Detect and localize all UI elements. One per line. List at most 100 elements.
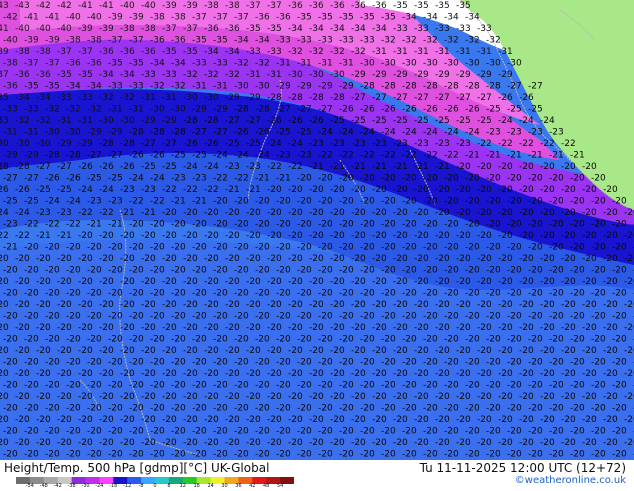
contour-label: -22 xyxy=(0,231,9,241)
contour-label: -20 xyxy=(477,254,492,264)
contour-label: -20 xyxy=(0,438,9,448)
contour-label: -31 xyxy=(141,93,156,103)
contour-label: -20 xyxy=(108,381,123,391)
contour-label: -20 xyxy=(414,392,429,402)
contour-label: -20 xyxy=(603,277,618,287)
contour-label: -20 xyxy=(381,220,396,230)
contour-label: -22 xyxy=(477,139,492,149)
contour-label: -20 xyxy=(519,208,534,218)
contour-label: -20 xyxy=(45,243,60,253)
contour-label: -20 xyxy=(192,427,207,437)
contour-label: -20 xyxy=(108,289,123,299)
contour-label: -20 xyxy=(540,392,555,402)
contour-label: -31 xyxy=(456,47,471,57)
contour-label: -20 xyxy=(444,427,459,437)
contour-label: -20 xyxy=(582,277,597,287)
contour-label: -20 xyxy=(507,312,522,322)
contour-label: -20 xyxy=(108,243,123,253)
contour-label: -31 xyxy=(276,59,291,69)
contour-label: -20 xyxy=(318,174,333,184)
credit-link[interactable]: ©weatheronline.co.uk xyxy=(515,475,626,486)
contour-label: -26 xyxy=(519,93,534,103)
contour-label: -20 xyxy=(255,197,270,207)
contour-label: -29 xyxy=(393,70,408,80)
contour-label: -25 xyxy=(246,139,261,149)
contour-label: -20 xyxy=(297,289,312,299)
contour-label: -23 xyxy=(276,151,291,161)
contour-label: -20 xyxy=(591,197,606,207)
contour-label: -20 xyxy=(423,174,438,184)
contour-label: -23 xyxy=(393,139,408,149)
contour-label: -38 xyxy=(66,36,81,46)
contour-label: -20 xyxy=(3,427,18,437)
contour-label: -20 xyxy=(603,231,618,241)
contour-label: -20 xyxy=(24,266,39,276)
contour-label: -20 xyxy=(171,335,186,345)
contour-label: -28 xyxy=(45,151,60,161)
contour-label: -32 xyxy=(309,47,324,57)
contour-label: -20 xyxy=(57,369,72,379)
contour-label: -20 xyxy=(477,208,492,218)
contour-label: -20 xyxy=(465,220,480,230)
contour-label: -21 xyxy=(87,220,102,230)
contour-label: -41 xyxy=(24,13,39,23)
contour-label: -20 xyxy=(351,346,366,356)
contour-label: -23 xyxy=(36,208,51,218)
contour-label: -20 xyxy=(582,254,597,264)
contour-label: -20 xyxy=(381,358,396,368)
contour-label: -20 xyxy=(204,438,219,448)
contour-label: -20 xyxy=(507,404,522,414)
colorbar-label: 24 xyxy=(207,483,214,489)
contour-label: -20 xyxy=(120,438,135,448)
contour-label: -20 xyxy=(36,254,51,264)
contour-label: -32 xyxy=(444,36,459,46)
contour-label: -35 xyxy=(45,82,60,92)
contour-label: -40 xyxy=(66,13,81,23)
contour-label: -31 xyxy=(435,47,450,57)
contour-label: -25 xyxy=(171,151,186,161)
contour-label: -32 xyxy=(15,116,30,126)
contour-label: -20 xyxy=(120,369,135,379)
contour-label: -20 xyxy=(318,450,333,460)
contour-label: -20 xyxy=(288,300,303,310)
contour-label: -20 xyxy=(477,323,492,333)
contour-label: -20 xyxy=(24,358,39,368)
contour-label: -24 xyxy=(519,116,534,126)
contour-label: -20 xyxy=(183,254,198,264)
contour-label: -20 xyxy=(108,450,123,460)
contour-label: -36 xyxy=(36,70,51,80)
contour-label: -27 xyxy=(528,82,543,92)
contour-label: -26 xyxy=(78,162,93,172)
contour-label: -24 xyxy=(213,151,228,161)
contour-label: -20 xyxy=(528,174,543,184)
contour-label: -28 xyxy=(330,93,345,103)
contour-label: -34 xyxy=(66,82,81,92)
contour-label: -22 xyxy=(150,197,165,207)
contour-label: -37 xyxy=(246,1,261,11)
contour-label: -20 xyxy=(561,300,576,310)
contour-label: -26 xyxy=(444,105,459,115)
contour-label: -27 xyxy=(36,162,51,172)
contour-label: -32 xyxy=(66,105,81,115)
contour-label: -20 xyxy=(507,174,522,184)
contour-label: -20 xyxy=(288,254,303,264)
colorbar-label: 30 xyxy=(221,483,228,489)
contour-label: -25 xyxy=(36,185,51,195)
contour-label: -20 xyxy=(540,346,555,356)
contour-label: -20 xyxy=(507,197,522,207)
contour-label: -20 xyxy=(45,381,60,391)
contour-label: -20 xyxy=(150,450,165,460)
contour-label: -20 xyxy=(225,323,240,333)
contour-label: -23 xyxy=(309,139,324,149)
contour-label: -20 xyxy=(486,289,501,299)
contour-label: -20 xyxy=(162,392,177,402)
contour-label: -37 xyxy=(183,24,198,34)
contour-label: -24 xyxy=(45,197,60,207)
contour-label: -20 xyxy=(591,427,606,437)
contour-label: -20 xyxy=(528,381,543,391)
contour-label: -20 xyxy=(267,185,282,195)
contour-label: -20 xyxy=(444,312,459,322)
contour-label: -20 xyxy=(582,415,597,425)
contour-label: -20 xyxy=(204,415,219,425)
contour-label: -20 xyxy=(150,381,165,391)
